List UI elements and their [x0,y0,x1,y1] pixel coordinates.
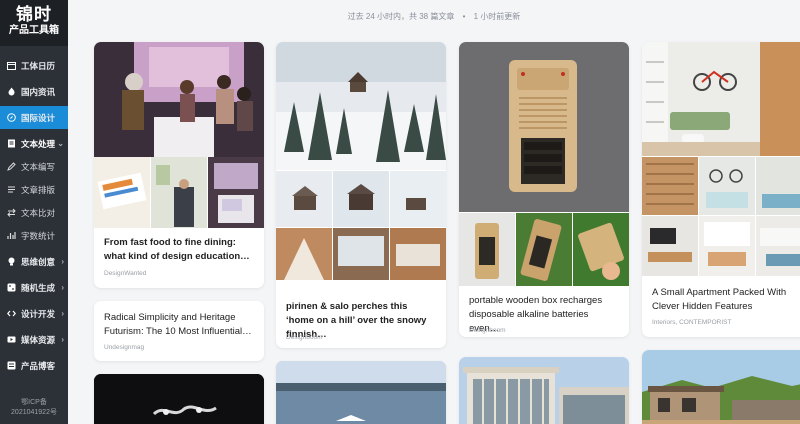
article-source: Designboom [469,327,506,334]
article-card[interactable]: A Small Apartment Packed With Clever Hid… [642,42,800,337]
article-image-strip [459,213,629,286]
chevron-right-icon: › [61,283,64,292]
pen-icon [6,161,17,172]
article-image [276,361,446,424]
sidebar-item-product-blog[interactable]: 产品博客 [0,354,68,377]
chevron-right-icon: › [61,335,64,344]
dice-icon [6,282,17,293]
sidebar-item-label: 字数统计 [21,230,56,241]
article-card[interactable] [459,357,629,424]
sidebar-item-design-dev[interactable]: 设计开发 › [0,302,68,325]
article-source: Interiors, CONTEMPORIST [652,319,732,326]
sidebar-item-word-count[interactable]: 字数统计 [0,224,68,247]
app-window: 锦时 产品工具箱 工体日历 国内资讯 国际设计 文本处理 ⌄ 文本编写 文章排版… [0,0,800,424]
sidebar-item-label: 国际设计 [21,112,56,123]
sidebar-item-label: 文本处理 [21,138,56,149]
article-card[interactable] [94,374,264,424]
article-source: Designboom [286,334,323,341]
sidebar-item-text-processing[interactable]: 文本处理 ⌄ [0,132,68,155]
media-icon [6,334,17,345]
article-image [276,42,446,170]
sidebar-item-calendar[interactable]: 工体日历 [0,54,68,77]
sidebar-item-random-generate[interactable]: 随机生成 › [0,276,68,299]
sidebar-item-creative-thinking[interactable]: 思维创意 › [0,250,68,273]
sidebar-item-domestic-news[interactable]: 国内资讯 [0,80,68,103]
updated-time-text: 1 小时前更新 [473,12,521,21]
main-content: 过去 24 小时内，共 38 篇文章 • 1 小时前更新 From fast f… [68,0,800,424]
blog-icon [6,360,17,371]
sidebar-nav: 工体日历 国内资讯 国际设计 文本处理 ⌄ 文本编写 文章排版 文本比对 字数统… [0,46,68,377]
article-image [459,42,629,212]
status-bar: 过去 24 小时内，共 38 篇文章 • 1 小时前更新 [68,11,800,22]
sidebar-item-media-resources[interactable]: 媒体资源 › [0,328,68,351]
article-title: A Small Apartment Packed With Clever Hid… [652,287,787,312]
article-card[interactable]: portable wooden box recharges disposable… [459,42,629,337]
article-image [459,357,629,424]
layout-icon [6,184,17,195]
compare-icon [6,207,17,218]
sidebar-item-label: 国内资讯 [21,86,56,97]
sidebar-item-label: 随机生成 [21,282,56,293]
article-image-grid [642,156,800,276]
article-card[interactable] [642,350,800,424]
article-count-text: 过去 24 小时内，共 38 篇文章 [347,12,455,21]
sidebar-item-label: 思维创意 [21,256,56,267]
sidebar-item-intl-design[interactable]: 国际设计 [0,106,68,129]
logo[interactable]: 锦时 产品工具箱 [0,0,68,46]
calendar-icon [6,60,17,71]
article-title: From fast food to fine dining: what kind… [104,237,250,262]
separator-dot: • [462,12,466,21]
bulb-icon [6,256,17,267]
code-icon [6,308,17,319]
sidebar-item-label: 工体日历 [21,60,56,71]
logo-subtitle: 产品工具箱 [9,25,59,36]
sidebar-item-label: 产品博客 [21,360,56,371]
sidebar-item-text-compare[interactable]: 文本比对 [0,201,68,224]
icp-license[interactable]: 鄂ICP备 2021041922号 [0,398,68,418]
article-source: Undesignmag [104,344,145,351]
article-image [94,42,264,157]
article-image [94,374,264,424]
sidebar-item-label: 文本比对 [21,207,56,218]
compass-icon [6,112,17,123]
sidebar: 锦时 产品工具箱 工体日历 国内资讯 国际设计 文本处理 ⌄ 文本编写 文章排版… [0,0,68,424]
article-image [642,350,800,424]
article-source: DesignWanted [104,270,147,277]
logo-title: 锦时 [16,5,52,24]
sidebar-item-text-writing[interactable]: 文本编写 [0,155,68,178]
fire-icon [6,86,17,97]
article-card[interactable]: From fast food to fine dining: what kind… [94,42,264,288]
sidebar-item-article-layout[interactable]: 文章排版 [0,178,68,201]
sidebar-item-label: 媒体资源 [21,334,56,345]
article-card[interactable]: pirinen & salo perches this ‘home on a h… [276,42,446,348]
count-icon [6,230,17,241]
chevron-right-icon: › [61,309,64,318]
sidebar-item-label: 文章排版 [21,184,56,195]
sidebar-item-label: 文本编写 [21,161,56,172]
icp-line: 鄂ICP备 [21,399,47,406]
article-card[interactable] [276,361,446,424]
article-image [642,42,800,156]
article-image-grid [276,170,446,280]
text-icon [6,138,17,149]
article-image-strip [94,157,264,228]
icp-number: 2021041922号 [11,409,57,416]
article-card[interactable]: Radical Simplicity and Heritage Futurism… [94,301,264,361]
chevron-right-icon: › [61,257,64,266]
article-title: Radical Simplicity and Heritage Futurism… [104,312,252,337]
chevron-down-icon: ⌄ [57,139,64,148]
sidebar-item-label: 设计开发 [21,308,56,319]
